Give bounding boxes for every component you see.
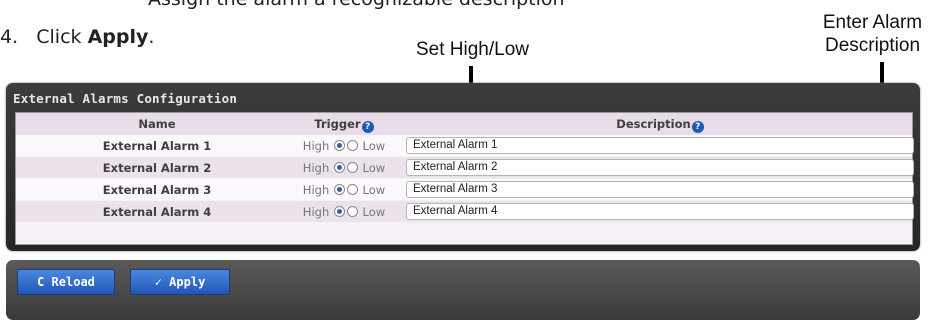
trigger-high-label: High [302,161,330,175]
alarm-name: External Alarm 2 [102,161,212,175]
trigger-low-radio[interactable] [346,162,358,173]
step-prefix: Click [36,26,88,48]
description-input[interactable]: External Alarm 2 [406,159,914,176]
apply-button[interactable]: ✓ Apply [130,269,230,295]
callout-line-2: Description [824,35,921,56]
description-input[interactable]: External Alarm 3 [406,181,914,198]
callout-enter-description: Enter Alarm Description [800,11,945,57]
reload-icon: C [37,275,45,289]
trigger-low-label: Low [362,183,386,197]
table-row: External Alarm 2 High Low External Alarm… [16,157,914,179]
reload-label: Reload [51,275,95,289]
step-suffix: . [148,26,155,48]
trigger-low-label: Low [362,161,386,175]
trigger-high-label: High [302,139,330,153]
trigger-radio-group: High Low [284,179,404,201]
alarms-table: Name Trigger? Description? External Alar… [15,112,914,245]
panel-title: External Alarms Configuration [13,91,238,106]
trigger-low-label: Low [362,205,386,219]
help-icon[interactable]: ? [691,121,704,133]
apply-label: Apply [169,275,206,289]
check-icon: ✓ [154,275,162,289]
trigger-high-radio[interactable] [333,206,345,217]
column-header-name: Name [138,117,176,131]
trigger-high-radio[interactable] [333,162,345,173]
trigger-high-radio[interactable] [333,140,345,151]
trigger-high-label: High [302,205,330,219]
trigger-high-radio[interactable] [333,184,345,195]
trigger-header-label: Trigger [314,117,361,131]
table-header-row: Name Trigger? Description? [16,113,912,135]
description-header-label: Description [616,117,691,131]
table-row: External Alarm 4 High Low External Alarm… [16,201,914,223]
table-row: External Alarm 3 High Low External Alarm… [16,179,914,201]
column-header-trigger: Trigger? [284,113,404,135]
trigger-radio-group: High Low [284,157,404,179]
alarm-name: External Alarm 3 [102,183,212,197]
column-header-description: Description? [408,113,912,135]
description-input[interactable]: External Alarm 1 [406,137,914,154]
step-action: Apply [87,26,149,48]
callout-set-high-low: Set High/Low [415,39,529,60]
trigger-low-label: Low [362,139,386,153]
trigger-radio-group: High Low [284,201,404,223]
callout-line-1: Enter Alarm [822,12,923,33]
trigger-low-radio[interactable] [346,206,358,217]
step-instruction: 4. Click Apply. [0,26,154,48]
trigger-high-label: High [302,183,330,197]
trigger-radio-group: High Low [284,135,404,157]
table-row: External Alarm 1 High Low External Alarm… [16,135,914,157]
alarm-name: External Alarm 4 [102,205,212,219]
trigger-low-radio[interactable] [346,140,358,151]
trigger-low-radio[interactable] [346,184,358,195]
help-icon[interactable]: ? [361,121,374,133]
step-number: 4. [0,26,19,48]
action-bar: C Reload ✓ Apply [6,260,920,320]
doc-partial-line: Assign the alarm a recognizable descript… [148,0,565,10]
external-alarms-panel: External Alarms Configuration Name Trigg… [6,83,920,251]
alarm-name: External Alarm 1 [102,139,212,153]
description-input[interactable]: External Alarm 4 [406,203,914,220]
reload-button[interactable]: C Reload [17,269,115,295]
